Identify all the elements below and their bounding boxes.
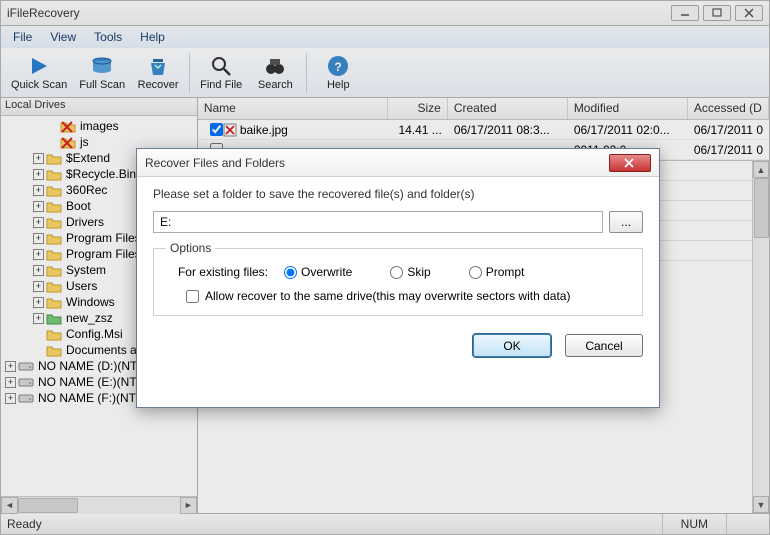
browse-button[interactable]: ... <box>609 211 643 233</box>
dialog-message: Please set a folder to save the recovere… <box>153 187 643 201</box>
radio-skip[interactable]: Skip <box>390 265 430 279</box>
dialog-titlebar: Recover Files and Folders <box>137 149 659 177</box>
cancel-button[interactable]: Cancel <box>565 334 643 357</box>
options-fieldset: Options For existing files: Overwrite Sk… <box>153 241 643 316</box>
dialog-close-button[interactable] <box>609 154 651 172</box>
recover-path-input[interactable] <box>153 211 603 233</box>
allow-same-drive-checkbox[interactable] <box>186 290 199 303</box>
dialog-title: Recover Files and Folders <box>145 156 609 170</box>
close-icon <box>624 158 636 168</box>
recover-dialog: Recover Files and Folders Please set a f… <box>136 148 660 408</box>
existing-files-label: For existing files: <box>166 265 276 279</box>
radio-overwrite[interactable]: Overwrite <box>284 265 352 279</box>
radio-prompt[interactable]: Prompt <box>469 265 525 279</box>
ok-button[interactable]: OK <box>473 334 551 357</box>
options-legend: Options <box>166 241 215 255</box>
allow-same-drive-label: Allow recover to the same drive(this may… <box>205 289 570 303</box>
